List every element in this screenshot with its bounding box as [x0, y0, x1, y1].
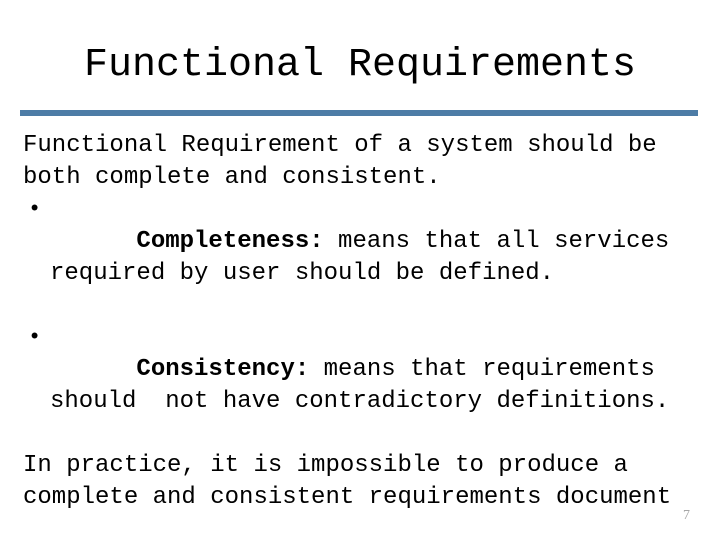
title-divider [20, 110, 698, 116]
bullet-dot-icon: • [28, 325, 42, 350]
page-title: Functional Requirements [83, 43, 637, 88]
slide-body: Functional Requirement of a system shoul… [23, 130, 713, 514]
page-number: 7 [683, 508, 690, 523]
list-item: • Completeness: means that all services r… [23, 194, 713, 322]
outro-paragraph: In practice, it is impossible to produce… [23, 452, 672, 511]
presentation-slide: Functional Requirements Functional Requi… [0, 0, 720, 540]
list-item: • Consistency: means that requirements sh… [23, 322, 713, 450]
bullet-label: Consistency: [136, 356, 310, 383]
intro-paragraph: Functional Requirement of a system shoul… [23, 132, 672, 191]
bullet-label: Completeness: [136, 228, 324, 255]
bullet-dot-icon: • [28, 197, 42, 222]
